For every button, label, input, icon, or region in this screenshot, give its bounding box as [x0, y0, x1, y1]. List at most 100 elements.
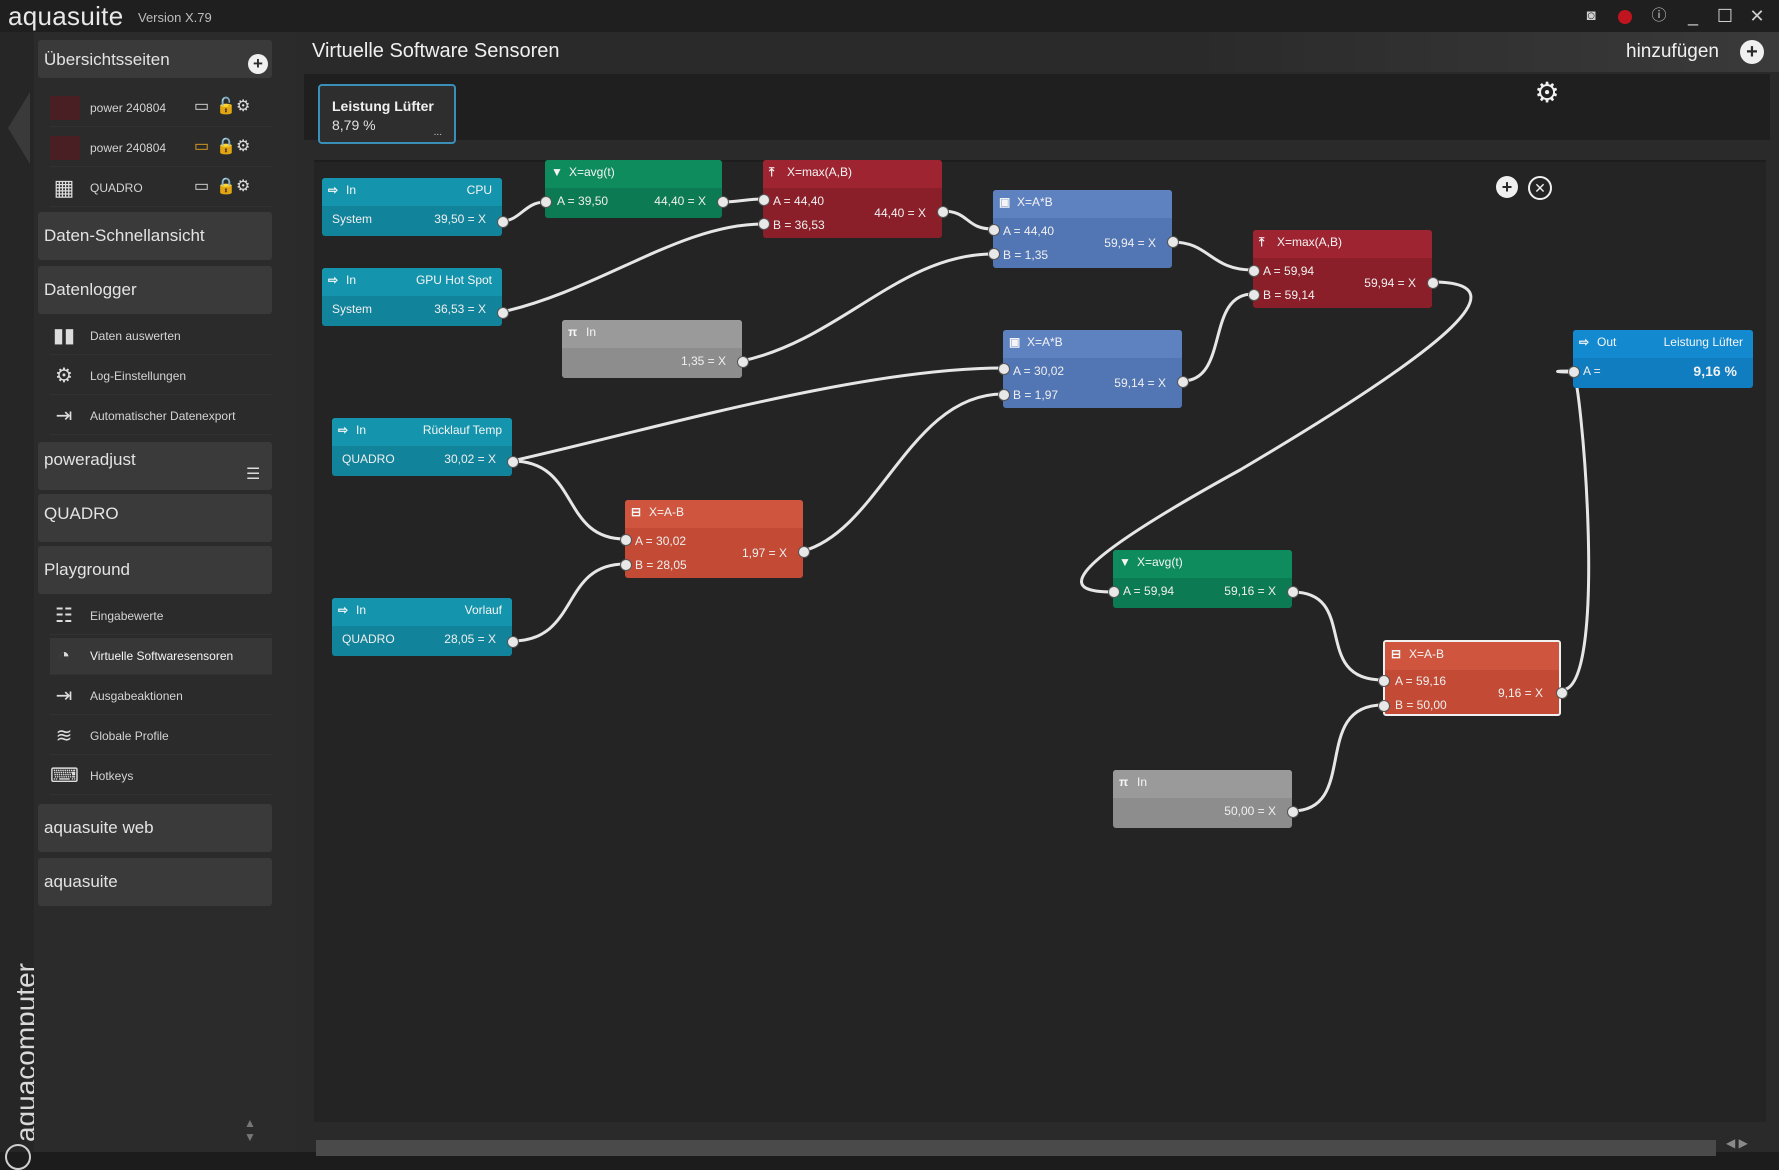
input-node-vorlauf[interactable]: ⇨ In Vorlauf QUADRO 28,05 = X [332, 598, 519, 656]
sign-in-icon: ⇨ [328, 273, 339, 287]
output-port[interactable] [1287, 806, 1299, 818]
output-port[interactable] [507, 456, 519, 468]
sidebar-item-daten-auswerten[interactable]: ▮▮ Daten auswerten [50, 318, 272, 355]
pi-icon: π [568, 325, 578, 339]
sensor-card[interactable]: Leistung Lüfter 8,79 % ... [318, 84, 456, 144]
datalogger-section[interactable]: Datenlogger [38, 266, 272, 314]
multiply-node-2[interactable]: ▣ X=A*B A = 30,02 B = 1,97 59,14 = X [998, 330, 1189, 408]
node-title: ⊟ X=A-B [631, 505, 685, 519]
sidebar: Übersichtsseiten + power 240804 ▭ 🔓 ⚙ po… [34, 32, 296, 1152]
aquasuite-section[interactable]: aquasuite [38, 858, 272, 906]
add-sensor-label[interactable]: hinzufügen [1626, 41, 1719, 63]
minimize-icon[interactable]: _ [1680, 3, 1706, 29]
input-port-b[interactable] [758, 218, 770, 230]
input-port[interactable] [1108, 586, 1120, 598]
input-port-b[interactable] [1378, 700, 1390, 712]
sidebar-item-log-einstellungen[interactable]: ⚙ Log-Einstellungen [50, 358, 272, 395]
overview-page-1[interactable]: power 240804 ▭ 🔓 ⚙ [50, 90, 272, 127]
output-port[interactable] [717, 196, 729, 208]
overview-page-3[interactable]: ▦ QUADRO ▭ 🔒 ⚙ [50, 170, 272, 207]
constant-node-2[interactable]: π In 50,00 = X [1113, 770, 1299, 828]
gear-icon[interactable]: ⚙ [236, 176, 250, 196]
camera-icon[interactable]: ◙ [1578, 3, 1604, 29]
output-node-leistung-luefter[interactable]: ⇨ Out Leistung Lüfter A = 9,16 % [1568, 330, 1753, 388]
sign-in-icon: ⇨ [338, 423, 349, 437]
input-port-a[interactable] [1378, 675, 1390, 687]
quadro-section[interactable]: QUADRO [38, 494, 272, 542]
quick-view-section[interactable]: Daten-Schnellansicht [38, 212, 272, 260]
input-node-gpu[interactable]: ⇨ In GPU Hot Spot System 36,53 = X [322, 268, 509, 326]
output-port[interactable] [1427, 277, 1439, 289]
output-port[interactable] [497, 216, 509, 228]
avg-node-2[interactable]: ▼ X=avg(t) A = 59,94 59,16 = X [1108, 550, 1299, 608]
display-icon[interactable]: ▭ [194, 176, 209, 196]
subtract-node-1[interactable]: ⊟ X=A-B A = 30,02 B = 28,05 1,97 = X [620, 500, 810, 578]
add-node-icon[interactable]: + [1496, 176, 1518, 198]
output-port[interactable] [1167, 236, 1179, 248]
input-port-a[interactable] [988, 224, 1000, 236]
gear-icon[interactable]: ⚙ [236, 136, 250, 156]
sidebar-item-eingabewerte[interactable]: ☷ Eingabewerte [50, 598, 272, 635]
record-icon[interactable] [1612, 3, 1638, 29]
add-page-icon[interactable]: + [248, 54, 268, 74]
input-port[interactable] [540, 196, 552, 208]
input-port-a[interactable] [620, 534, 632, 546]
scroll-arrows-icon[interactable]: ▲ ▼ [244, 1116, 256, 1144]
output-port[interactable] [737, 356, 749, 368]
output-port[interactable] [1177, 376, 1189, 388]
sensor-menu-icon[interactable]: ... [434, 127, 442, 138]
overview-page-2[interactable]: power 240804 ▭ 🔒 ⚙ [50, 130, 272, 167]
sidebar-item-ausgabeaktionen[interactable]: ⇥ Ausgabeaktionen [50, 678, 272, 715]
input-port-b[interactable] [988, 248, 1000, 260]
settings-gear-icon[interactable]: ⚙ [1532, 78, 1562, 108]
input-port-b[interactable] [1248, 289, 1260, 301]
display-icon[interactable]: ▭ [194, 136, 209, 156]
sidebar-item-globale-profile[interactable]: ≋ Globale Profile [50, 718, 272, 755]
input-port-a[interactable] [1248, 265, 1260, 277]
clear-canvas-icon[interactable]: ✕ [1528, 176, 1552, 200]
subtract-node-2[interactable]: ⊟ X=A-B A = 59,16 B = 50,00 9,16 = X [1378, 640, 1568, 716]
output-port[interactable] [798, 546, 810, 558]
sidebar-item-datenexport[interactable]: ⇥ Automatischer Datenexport [50, 398, 272, 435]
maximize-icon[interactable]: ☐ [1712, 3, 1738, 29]
poweradjust-section[interactable]: poweradjust ☰ [38, 442, 272, 490]
display-icon[interactable]: ▭ [194, 96, 209, 116]
multiply-node-1[interactable]: ▣ X=A*B A = 44,40 B = 1,35 59,94 = X [988, 190, 1179, 268]
lock-icon[interactable]: 🔒 [216, 176, 236, 196]
playground-section[interactable]: Playground [38, 546, 272, 594]
input-node-ruecklauf[interactable]: ⇨ In Rücklauf Temp QUADRO 30,02 = X [332, 418, 519, 476]
input-port-a[interactable] [758, 194, 770, 206]
input-a-value: A = 59,94 [1123, 584, 1175, 598]
input-port[interactable] [1568, 366, 1580, 378]
max-node-2[interactable]: ⤒ X=max(A,B) A = 59,94 B = 59,14 59,94 = … [1248, 230, 1439, 308]
output-port[interactable] [937, 206, 949, 218]
gear-icon[interactable]: ⚙ [236, 96, 250, 116]
add-sensor-icon[interactable]: + [1740, 40, 1764, 64]
output-port[interactable] [1556, 687, 1568, 699]
max-node-1[interactable]: ⤒ X=max(A,B) A = 44,40 B = 36,53 44,40 = … [758, 160, 949, 238]
input-port-a[interactable] [998, 363, 1010, 375]
constant-node-1[interactable]: π In 1,35 = X [562, 320, 749, 378]
input-node-cpu[interactable]: ⇨ In CPU System 39,50 = X [322, 178, 509, 236]
scroll-arrows-icon[interactable]: ◀ ▶ [1726, 1136, 1748, 1150]
unlock-icon[interactable]: 🔓 [216, 96, 236, 116]
page-thumbnail [50, 136, 80, 160]
input-port-b[interactable] [620, 559, 632, 571]
node-title: ⤒ X=max(A,B) [769, 165, 853, 179]
lock-icon[interactable]: 🔒 [216, 136, 236, 156]
header-bar: Virtuelle Software Sensoren hinzufügen + [296, 32, 1779, 72]
web-title: aquasuite web [44, 818, 154, 837]
info-icon[interactable]: ⓘ [1646, 3, 1672, 29]
web-section[interactable]: aquasuite web [38, 804, 272, 852]
output-port[interactable] [1287, 586, 1299, 598]
output-port[interactable] [497, 307, 509, 319]
sidebar-item-virtuelle-softwaresensoren[interactable]: ◔ Virtuelle Softwaresensoren [50, 638, 272, 675]
close-icon[interactable]: ✕ [1744, 3, 1770, 29]
input-port-b[interactable] [998, 389, 1010, 401]
overview-section[interactable]: Übersichtsseiten + [38, 40, 272, 78]
collapse-arrow-icon[interactable] [8, 92, 30, 164]
horizontal-scrollbar[interactable] [316, 1140, 1716, 1156]
sidebar-item-hotkeys[interactable]: ⌨ Hotkeys [50, 758, 272, 795]
avg-node-1[interactable]: ▼ X=avg(t) A = 39,50 44,40 = X [540, 160, 729, 218]
output-port[interactable] [507, 636, 519, 648]
